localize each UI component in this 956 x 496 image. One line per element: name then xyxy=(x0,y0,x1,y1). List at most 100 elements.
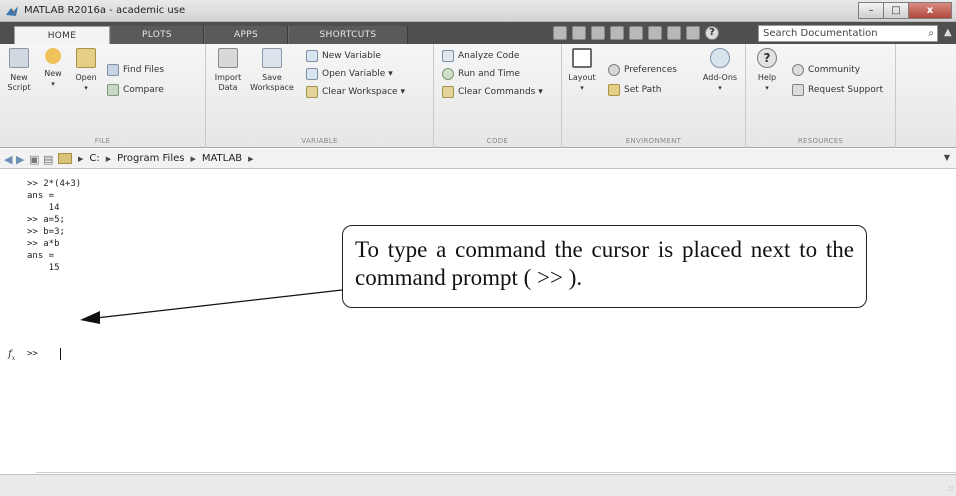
tab-apps[interactable]: APPS xyxy=(204,26,288,44)
code-section: Analyze Code Run and Time Clear Commands… xyxy=(434,44,562,148)
toolstrip-tabs: HOME PLOTS APPS SHORTCUTS ? Search Docum… xyxy=(0,22,956,44)
add-ons-button[interactable]: Add-Ons ▾ xyxy=(700,48,740,93)
clear-workspace-button[interactable]: Clear Workspace ▾ xyxy=(306,86,405,98)
new-button[interactable]: New ▾ xyxy=(39,48,67,89)
annotation-callout: To type a command the cursor is placed n… xyxy=(342,225,867,308)
address-dropdown-icon[interactable]: ▼ xyxy=(944,153,950,162)
save-workspace-button[interactable]: Save Workspace xyxy=(246,48,298,93)
run-and-time-button[interactable]: Run and Time xyxy=(442,68,520,80)
command-line: >> 2*(4+3) xyxy=(27,179,82,189)
breadcrumb-program-files[interactable]: Program Files xyxy=(117,153,184,164)
command-line: >> a=5; xyxy=(27,215,65,225)
window-controls: – □ x xyxy=(858,2,952,19)
command-line: ans = xyxy=(27,191,55,201)
open-button[interactable]: Open ▾ xyxy=(72,48,100,93)
breadcrumb-separator-icon: ▶ xyxy=(78,154,84,163)
back-icon[interactable]: ◀ xyxy=(4,153,12,166)
layout-dropdown-icon: ▾ xyxy=(580,84,584,92)
community-button[interactable]: Community xyxy=(792,64,860,76)
resources-section: ? Help ▾ Community Request Support RESOU… xyxy=(746,44,896,148)
search-icon[interactable]: ⌕ xyxy=(928,28,934,39)
window-title: MATLAB R2016a - academic use xyxy=(24,5,186,16)
quick-access-toolbar: ? xyxy=(553,25,719,41)
forward-icon[interactable]: ▶ xyxy=(16,153,24,166)
command-line: 15 xyxy=(27,263,60,273)
command-line: >> a*b xyxy=(27,239,60,249)
save-icon[interactable] xyxy=(572,26,586,40)
import-data-icon xyxy=(218,48,238,68)
tab-shortcuts[interactable]: SHORTCUTS xyxy=(288,26,408,44)
copy-icon[interactable] xyxy=(610,26,624,40)
breadcrumb-separator-icon: ▶ xyxy=(248,154,254,163)
ribbon: New Script New ▾ Open ▾ Find Files Compa… xyxy=(0,44,956,148)
text-cursor xyxy=(60,348,61,360)
variable-section: Import Data Save Workspace New Variable … xyxy=(206,44,434,148)
new-variable-icon xyxy=(306,50,318,62)
set-path-button[interactable]: Set Path xyxy=(608,84,661,96)
compare-icon xyxy=(107,84,119,96)
redo-icon[interactable] xyxy=(667,26,681,40)
breadcrumb-matlab[interactable]: MATLAB xyxy=(202,153,242,164)
maximize-button[interactable]: □ xyxy=(883,2,909,19)
import-data-button[interactable]: Import Data xyxy=(212,48,244,93)
title-bar: MATLAB R2016a - academic use – □ x xyxy=(0,0,956,22)
command-line: >> b=3; xyxy=(27,227,65,237)
set-path-folder-icon xyxy=(608,84,620,96)
tab-home[interactable]: HOME xyxy=(14,26,110,44)
command-line: 14 xyxy=(27,203,60,213)
layout-button[interactable]: Layout ▾ xyxy=(566,48,598,93)
preferences-button[interactable]: Preferences xyxy=(608,64,677,76)
variable-section-label: VARIABLE xyxy=(301,137,338,145)
community-icon xyxy=(792,64,804,76)
add-ons-dropdown-icon: ▾ xyxy=(718,84,722,92)
find-files-icon xyxy=(107,64,119,76)
paste-icon[interactable] xyxy=(629,26,643,40)
run-and-time-icon xyxy=(442,68,454,80)
command-window-pane[interactable] xyxy=(36,169,956,473)
help-button[interactable]: ? Help ▾ xyxy=(752,48,782,93)
analyze-code-icon xyxy=(442,50,454,62)
request-support-icon xyxy=(792,84,804,96)
layout-icon xyxy=(572,48,592,68)
undo-icon[interactable] xyxy=(648,26,662,40)
new-variable-button[interactable]: New Variable xyxy=(306,50,381,62)
browse-folder-icon[interactable]: ▤ xyxy=(43,153,53,166)
clear-commands-button[interactable]: Clear Commands ▾ xyxy=(442,86,543,98)
new-icon xyxy=(45,48,61,64)
annotation-text: To type a command the cursor is placed n… xyxy=(355,237,854,290)
compare-button[interactable]: Compare xyxy=(107,84,164,96)
breadcrumb-drive[interactable]: C: xyxy=(89,153,99,164)
matlab-logo-icon xyxy=(6,6,18,16)
save-workspace-icon xyxy=(262,48,282,68)
search-documentation-input[interactable]: Search Documentation ⌕ xyxy=(758,25,938,42)
cut-icon[interactable] xyxy=(591,26,605,40)
analyze-code-button[interactable]: Analyze Code xyxy=(442,50,519,62)
file-section: New Script New ▾ Open ▾ Find Files Compa… xyxy=(0,44,206,148)
function-browser-icon[interactable]: fx xyxy=(8,349,15,362)
command-line: ans = xyxy=(27,251,55,261)
request-support-button[interactable]: Request Support xyxy=(792,84,883,96)
new-dropdown-icon: ▾ xyxy=(51,80,55,88)
tab-menu-icon[interactable] xyxy=(553,26,567,40)
breadcrumb-separator-icon: ▶ xyxy=(105,154,112,163)
help-question-icon: ? xyxy=(757,48,777,68)
open-folder-icon xyxy=(76,48,96,68)
help-dropdown-icon: ▾ xyxy=(765,84,769,92)
command-prompt[interactable]: >> xyxy=(27,349,38,359)
command-window[interactable]: >> 2*(4+3) ans = 14 >> a=5; >> b=3; >> a… xyxy=(0,169,956,496)
breadcrumb-separator-icon: ▶ xyxy=(190,154,196,163)
open-variable-button[interactable]: Open Variable ▾ xyxy=(306,68,393,80)
resize-grip-icon[interactable]: ∷ xyxy=(949,485,953,493)
folder-icon xyxy=(58,153,72,164)
tab-plots[interactable]: PLOTS xyxy=(110,26,204,44)
clear-commands-icon xyxy=(442,86,454,98)
file-section-label: FILE xyxy=(94,137,111,145)
close-button[interactable]: x xyxy=(908,2,952,19)
minimize-button[interactable]: – xyxy=(858,2,884,19)
new-script-button[interactable]: New Script xyxy=(3,48,35,93)
find-files-button[interactable]: Find Files xyxy=(107,64,164,76)
up-folder-icon[interactable]: ▣ xyxy=(29,153,39,166)
switch-windows-icon[interactable] xyxy=(686,26,700,40)
help-icon[interactable]: ? xyxy=(705,26,719,40)
collapse-toolstrip-icon[interactable]: ▲ xyxy=(944,27,952,38)
